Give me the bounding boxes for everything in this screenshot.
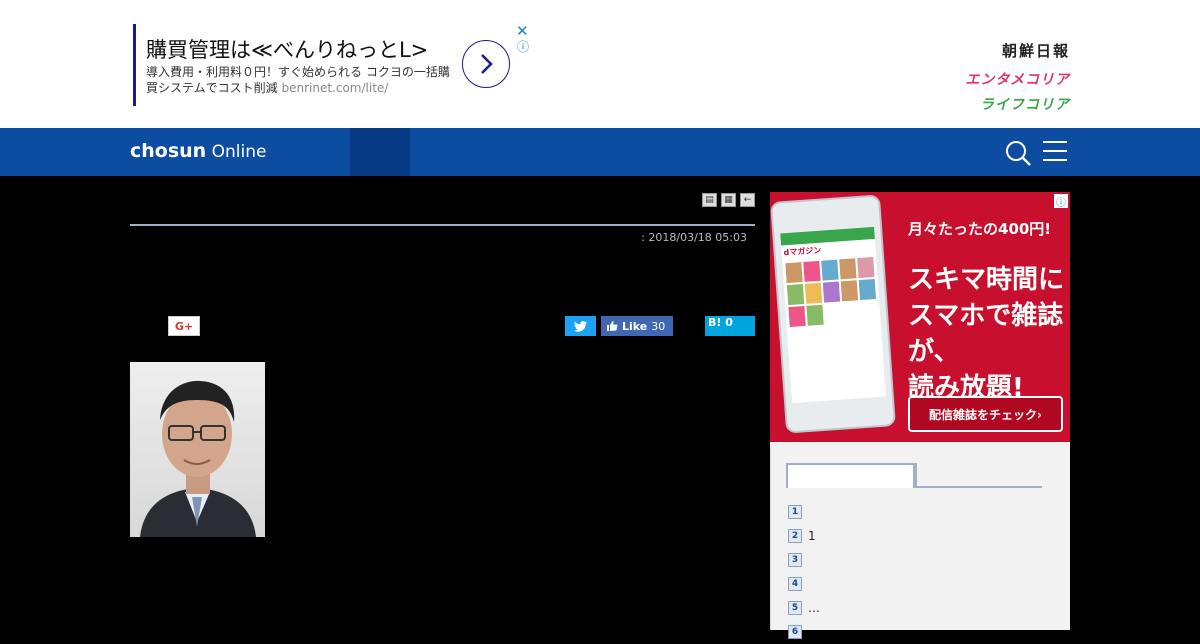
list-item[interactable]: 21 [788,524,820,548]
ad-description: 導入費用・利用料０円！すぐ始められる コクヨの一括購買システムでコスト削減 be… [146,64,452,96]
ad-choices-icon[interactable]: ⓘ [1054,194,1068,209]
back-icon[interactable]: ← [740,193,755,207]
title-divider [130,224,755,226]
list-item[interactable]: 1 [788,500,820,524]
rank-number: 5 [788,601,802,615]
top-text-ad[interactable]: 購買管理は≪べんりねっとL> 導入費用・利用料０円！すぐ始められる コクヨの一括… [133,22,531,106]
ad-title[interactable]: 購買管理は≪べんりねっとL> [146,34,458,64]
logo-bold-text: chosun [130,140,207,162]
article-date: : 2018/03/18 05:03 [641,231,747,244]
hamburger-menu-icon[interactable] [1043,141,1067,163]
list-item[interactable]: 5… [788,596,820,620]
rank-number: 2 [788,529,802,543]
hatena-bookmark-button[interactable]: B! 0 [705,316,755,336]
search-icon[interactable] [1004,139,1032,167]
ranking-tab-inactive[interactable] [915,486,1042,488]
list-item[interactable]: 3 [788,548,820,572]
google-plus-share-button[interactable]: G+ [168,316,200,336]
fb-like-label: Like [622,319,648,333]
entame-korea-logo[interactable]: エンタメコリア [930,69,1070,89]
ad-arrow-button[interactable] [462,40,510,88]
ad-headline-line2: スマホで雑誌が、 [908,301,1064,367]
ranking-list: 1 21 3 4 5… 6 [788,500,820,644]
print-icon[interactable]: ▤ [702,193,717,207]
rank-number: 6 [788,625,802,639]
chosun-ilbo-logo[interactable]: 朝鮮日報 [930,40,1070,61]
twitter-share-button[interactable] [565,316,596,336]
ranking-tabs [786,463,1042,488]
fb-like-count: 30 [651,319,666,333]
ranking-panel: 1 21 3 4 5… 6 [770,442,1070,639]
facebook-like-button[interactable]: Like 30 [601,316,673,336]
article-main: ▤ ▦ ← : 2018/03/18 05:03 G+ Like 30 B! 0 [130,176,755,630]
nav-active-tab[interactable] [350,128,410,176]
rank-number: 4 [788,577,802,591]
ad-headline-line1: スキマ時間に [908,265,1065,295]
rank-title[interactable]: 1 [808,529,816,543]
list-item[interactable]: 4 [788,572,820,596]
list-item[interactable]: 6 [788,620,820,644]
rank-number: 3 [788,553,802,567]
ad-info-icon[interactable]: ⓘ [517,38,529,55]
rank-title[interactable]: … [808,601,820,615]
thumbs-up-icon [607,321,618,331]
chosun-online-logo[interactable]: chosun Online [130,140,266,162]
author-photo [130,362,265,537]
dmagazine-banner-ad[interactable]: dマガジン 月々たったの400円! スキマ時間に スマホで雑誌が、 読み放題! … [770,192,1070,442]
ad-headline: スキマ時間に スマホで雑誌が、 読み放題! [908,262,1070,406]
brand-links: 朝鮮日報 エンタメコリア ライフコリア [930,40,1070,114]
ad-url[interactable]: benrinet.com/lite/ [281,81,388,95]
chevron-right-icon [481,54,493,74]
rank-number: 1 [788,505,802,519]
hatena-count: 0 [725,316,733,329]
top-banner-area: 購買管理は≪べんりねっとL> 導入費用・利用料０円！すぐ始められる コクヨの一括… [0,0,1200,128]
logo-light-text: Online [211,142,267,162]
font-size-icon[interactable]: ▦ [721,193,736,207]
twitter-bird-icon [574,320,587,332]
phone-image: dマガジン [770,194,896,434]
ad-cta-button[interactable]: 配信雑誌をチェック› [908,396,1063,432]
article-tools: ▤ ▦ ← [702,193,755,207]
life-korea-logo[interactable]: ライフコリア [930,94,1070,114]
hatena-label: B! [708,316,722,329]
ranking-tab-active[interactable] [786,463,915,488]
main-navbar: chosun Online [0,128,1200,176]
ad-price-text: 月々たったの400円! [908,220,1052,238]
